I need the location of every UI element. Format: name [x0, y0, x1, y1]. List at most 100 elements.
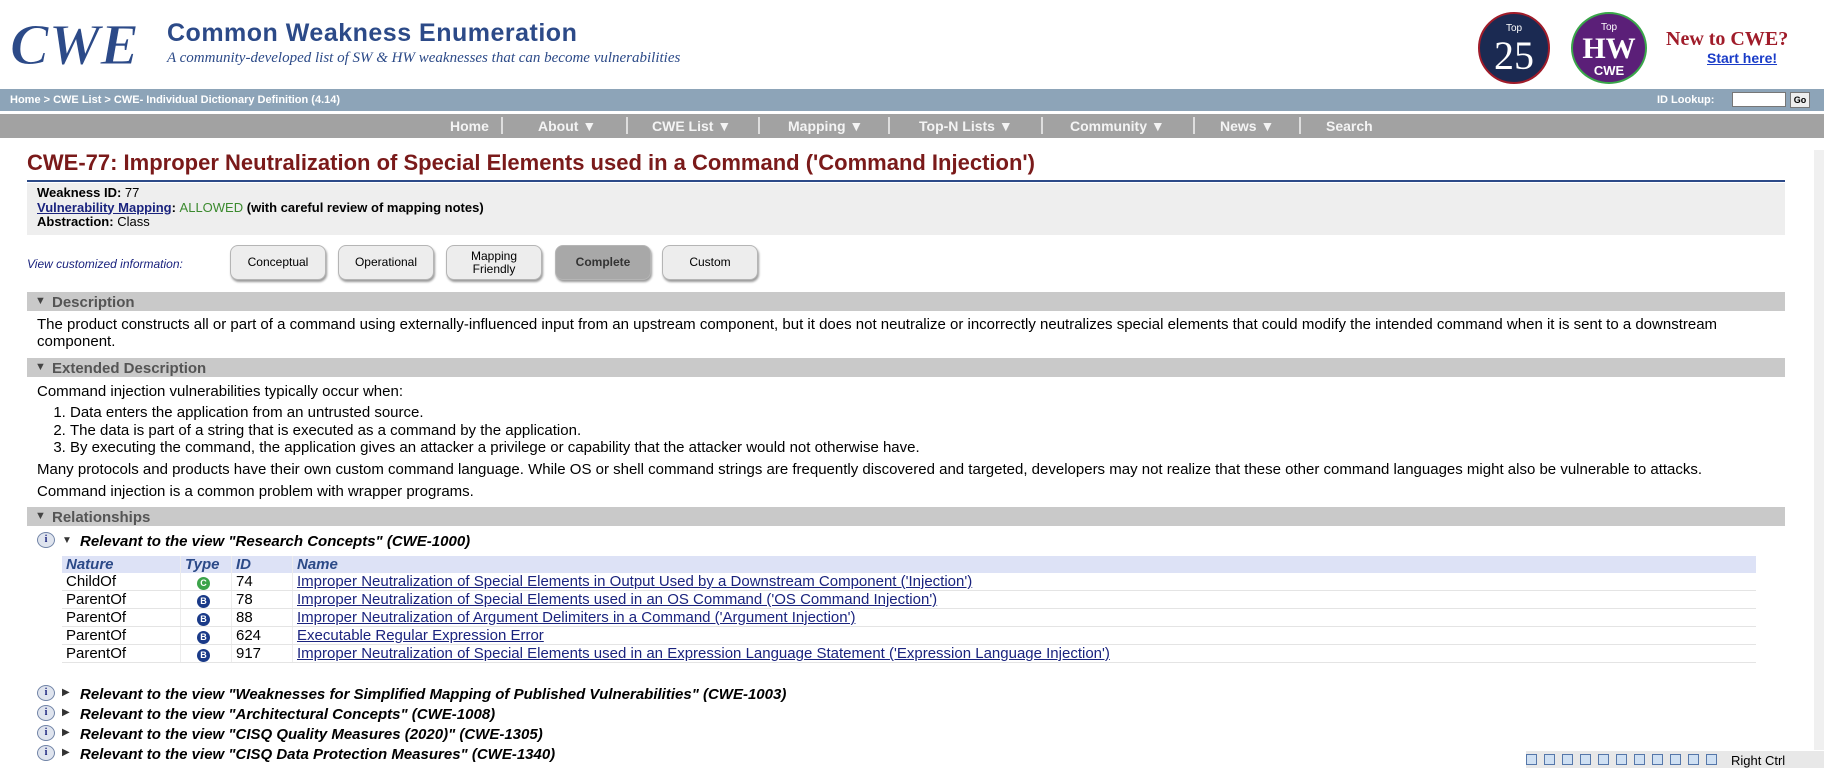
weakness-id-label: Weakness ID: [37, 185, 122, 200]
column-nature: Nature [62, 556, 181, 573]
cell-id: 624 [231, 626, 293, 645]
nav-top-n-lists[interactable]: Top-N Lists ▼ [919, 118, 1013, 134]
keyboard-icon[interactable] [1706, 754, 1717, 765]
info-icon[interactable]: i [37, 705, 55, 721]
cell-nature: ParentOf [62, 590, 181, 609]
vuln-mapping-row: Vulnerability Mapping: ALLOWED (with car… [37, 199, 484, 215]
abstraction-value: Class [117, 214, 150, 229]
vm-status-bar: Right Ctrl [1526, 751, 1824, 768]
recording-icon[interactable] [1652, 754, 1663, 765]
info-icon[interactable]: i [37, 725, 55, 741]
vuln-mapping-link[interactable]: Vulnerability Mapping [37, 200, 172, 215]
extended-paragraph-3: Command injection is a common problem wi… [37, 483, 474, 500]
top25-badge[interactable]: Top 25 [1478, 12, 1550, 84]
expand-chevron-right-icon[interactable]: ▶ [62, 687, 70, 698]
cwe-logo[interactable]: CWE [10, 18, 160, 72]
display-icon[interactable] [1634, 754, 1645, 765]
weakness-link[interactable]: Improper Neutralization of Special Eleme… [297, 591, 937, 608]
view-conceptual-button[interactable]: Conceptual [230, 245, 326, 280]
weakness-link[interactable]: Improper Neutralization of Special Eleme… [297, 645, 1110, 662]
network-icon[interactable] [1580, 754, 1591, 765]
extended-list: Data enters the application from an untr… [50, 404, 920, 457]
site-header: CWE Common Weakness Enumeration A commun… [0, 0, 1824, 89]
id-lookup-input[interactable] [1732, 92, 1786, 107]
logo-text: CWE [10, 18, 139, 72]
tophw-badge[interactable]: Top HW CWE [1571, 12, 1647, 84]
expand-chevron-right-icon[interactable]: ▶ [62, 707, 70, 718]
extended-intro: Command injection vulnerabilities typica… [37, 383, 403, 400]
page-scrollbar[interactable] [1814, 150, 1824, 750]
optical-drive-icon[interactable] [1544, 754, 1555, 765]
mouse-integration-icon[interactable] [1688, 754, 1699, 765]
nav-cwe-list[interactable]: CWE List ▼ [652, 118, 731, 134]
new-to-cwe-heading: New to CWE? [1666, 28, 1789, 50]
tophw-badge-hw: HW [1582, 32, 1636, 65]
breadcrumb[interactable]: Home > CWE List > CWE- Individual Dictio… [10, 94, 340, 106]
view-complete-button[interactable]: Complete [555, 245, 651, 280]
cell-id: 74 [231, 573, 293, 591]
start-here-link[interactable]: Start here! [1707, 50, 1777, 66]
base-type-icon[interactable]: B [197, 631, 210, 644]
view-operational-button[interactable]: Operational [338, 245, 434, 280]
go-button[interactable]: Go [1790, 92, 1810, 108]
shared-folder-icon[interactable] [1616, 754, 1627, 765]
cpu-icon[interactable] [1670, 754, 1681, 765]
cell-name: Improper Neutralization of Special Eleme… [292, 644, 1756, 663]
view-research-concepts-title[interactable]: Relevant to the view "Research Concepts"… [80, 533, 470, 550]
view-mapping-friendly-button[interactable]: Mapping Friendly [446, 245, 542, 280]
category-type-icon[interactable]: C [197, 577, 210, 590]
nav-community[interactable]: Community ▼ [1070, 118, 1165, 134]
extended-description-header[interactable]: ▼ Extended Description [27, 358, 1785, 377]
table-row: ParentOf B 624 Executable Regular Expres… [62, 626, 1756, 645]
view-cisq-data-protection-title[interactable]: Relevant to the view "CISQ Data Protecti… [80, 746, 555, 763]
collapse-chevron-icon[interactable]: ▼ [35, 510, 46, 522]
nav-separator [888, 117, 890, 134]
nav-news[interactable]: News ▼ [1220, 118, 1274, 134]
info-icon[interactable]: i [37, 532, 55, 548]
audio-icon[interactable] [1562, 754, 1573, 765]
nav-home[interactable]: Home [450, 118, 489, 134]
extended-paragraph-2: Many protocols and products have their o… [37, 461, 1703, 478]
collapse-chevron-icon[interactable]: ▼ [35, 361, 46, 373]
relationships-header[interactable]: ▼ Relationships [27, 507, 1785, 526]
base-type-icon[interactable]: B [197, 649, 210, 662]
description-header[interactable]: ▼ Description [27, 292, 1785, 311]
weakness-id-row: Weakness ID: 77 [37, 185, 484, 201]
base-type-icon[interactable]: B [197, 613, 210, 626]
info-icon[interactable]: i [37, 685, 55, 701]
page-title: CWE-77: Improper Neutralization of Speci… [27, 150, 1035, 175]
site-title[interactable]: Common Weakness Enumeration [167, 19, 577, 48]
nav-about[interactable]: About ▼ [538, 118, 596, 134]
vuln-mapping-value: ALLOWED [179, 199, 244, 215]
description-heading: Description [52, 294, 135, 311]
cell-nature: ParentOf [62, 608, 181, 627]
nav-mapping[interactable]: Mapping ▼ [788, 118, 863, 134]
column-name: Name [292, 556, 1756, 573]
usb-icon[interactable] [1598, 754, 1609, 765]
view-cisq-quality-title[interactable]: Relevant to the view "CISQ Quality Measu… [80, 726, 543, 743]
list-item: The data is part of a string that is exe… [70, 422, 920, 440]
base-type-icon[interactable]: B [197, 595, 210, 608]
nav-separator [1299, 117, 1301, 134]
cell-name: Improper Neutralization of Special Eleme… [292, 573, 1756, 591]
abstraction-label: Abstraction: [37, 214, 114, 229]
view-architectural-concepts-title[interactable]: Relevant to the view "Architectural Conc… [80, 706, 495, 723]
weakness-link[interactable]: Improper Neutralization of Special Eleme… [297, 573, 972, 590]
nav-search[interactable]: Search [1326, 118, 1373, 134]
nav-separator [626, 117, 628, 134]
site-tagline: A community-developed list of SW & HW we… [167, 50, 681, 66]
expand-chevron-down-icon[interactable]: ▼ [62, 535, 72, 546]
collapse-chevron-icon[interactable]: ▼ [35, 295, 46, 307]
expand-chevron-right-icon[interactable]: ▶ [62, 727, 70, 738]
nav-separator [501, 117, 503, 134]
weakness-link[interactable]: Improper Neutralization of Argument Deli… [297, 609, 855, 626]
view-custom-button[interactable]: Custom [662, 245, 758, 280]
view-customized-label: View customized information: [27, 257, 183, 271]
top25-badge-number: 25 [1494, 33, 1534, 78]
view-simplified-mapping-title[interactable]: Relevant to the view "Weaknesses for Sim… [80, 686, 786, 703]
description-text: The product constructs all or part of a … [37, 316, 1718, 350]
hard-disk-icon[interactable] [1526, 754, 1537, 765]
info-icon[interactable]: i [37, 745, 55, 761]
expand-chevron-right-icon[interactable]: ▶ [62, 747, 70, 758]
weakness-link[interactable]: Executable Regular Expression Error [297, 627, 544, 644]
